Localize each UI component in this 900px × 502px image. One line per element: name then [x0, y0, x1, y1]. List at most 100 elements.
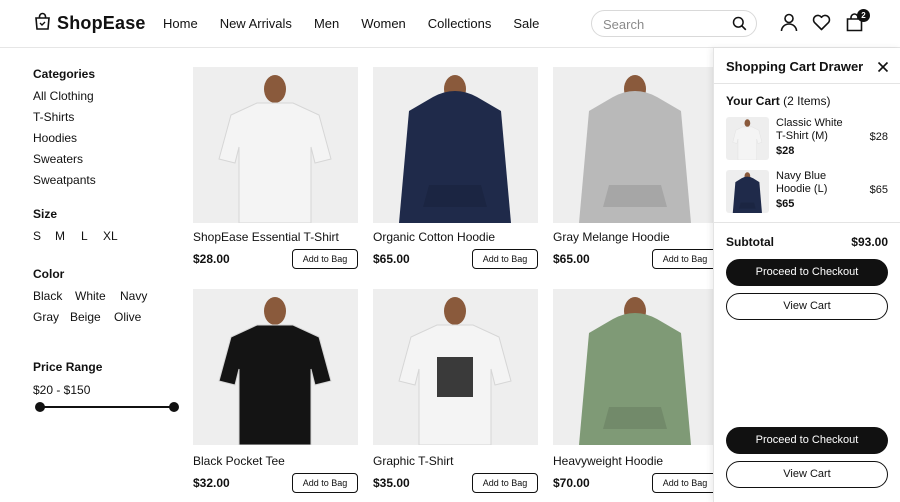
product-card[interactable]: ShopEase Essential T-Shirt $28.00 Add to…: [193, 67, 358, 272]
search-box: [591, 10, 757, 37]
cart-drawer: Shopping Cart Drawer Your Cart (2 Items)…: [713, 48, 900, 502]
color-olive[interactable]: Olive: [114, 310, 141, 324]
cart-item-total: $65: [869, 184, 888, 196]
nav-collections[interactable]: Collections: [428, 16, 492, 31]
product-card[interactable]: Organic Cotton Hoodie $65.00 Add to Bag: [373, 67, 538, 272]
search-icon[interactable]: [732, 16, 747, 36]
product-card[interactable]: Heavyweight Hoodie $70.00 Add to Bag: [553, 289, 718, 494]
cart-item-price: $28: [776, 145, 795, 157]
category-sweaters[interactable]: Sweaters: [33, 152, 83, 166]
cart-summary-heading: Your Cart (2 Items): [726, 94, 830, 108]
product-image[interactable]: [553, 289, 718, 445]
category-hoodies[interactable]: Hoodies: [33, 131, 77, 145]
view-cart-button-bottom[interactable]: View Cart: [726, 461, 888, 488]
product-name[interactable]: Graphic T-Shirt: [373, 454, 453, 468]
cart-item-illustration: [732, 119, 763, 160]
cart-items-count: (2 Items): [783, 94, 831, 108]
product-image[interactable]: [193, 289, 358, 445]
price-max-handle[interactable]: [169, 402, 179, 412]
size-s[interactable]: S: [33, 229, 41, 243]
add-to-bag-button[interactable]: Add to Bag: [292, 473, 358, 493]
cart-item-thumbnail[interactable]: [726, 170, 769, 213]
product-price: $35.00: [373, 476, 410, 490]
nav-women[interactable]: Women: [361, 16, 406, 31]
drawer-title: Shopping Cart Drawer: [726, 59, 864, 74]
color-beige[interactable]: Beige: [70, 310, 101, 324]
product-image[interactable]: [373, 67, 538, 223]
product-name[interactable]: ShopEase Essential T-Shirt: [193, 230, 339, 244]
product-card[interactable]: Gray Melange Hoodie $65.00 Add to Bag: [553, 67, 718, 272]
cart-item-illustration: [732, 172, 762, 213]
product-image[interactable]: [193, 67, 358, 223]
nav-home[interactable]: Home: [163, 16, 198, 31]
drawer-divider: [714, 222, 900, 223]
cart-item-total: $28: [869, 131, 888, 143]
product-card[interactable]: Black Pocket Tee $32.00 Add to Bag: [193, 289, 358, 494]
main-nav: Home New Arrivals Men Women Collections …: [163, 16, 561, 31]
category-all-clothing[interactable]: All Clothing: [33, 89, 94, 103]
add-to-bag-button[interactable]: Add to Bag: [652, 249, 718, 269]
product-image[interactable]: [553, 67, 718, 223]
product-image[interactable]: [373, 289, 538, 445]
brand-name: ShopEase: [57, 13, 146, 33]
size-m[interactable]: M: [55, 229, 65, 243]
subtotal-label: Subtotal: [726, 235, 774, 249]
color-white[interactable]: White: [75, 289, 106, 303]
product-name[interactable]: Black Pocket Tee: [193, 454, 285, 468]
color-gray[interactable]: Gray: [33, 310, 59, 324]
product-illustration: [218, 75, 332, 223]
category-sweatpants[interactable]: Sweatpants: [33, 173, 96, 187]
product-name[interactable]: Organic Cotton Hoodie: [373, 230, 495, 244]
close-icon[interactable]: [877, 60, 889, 78]
cart-count-badge: 2: [857, 9, 870, 22]
brand-logo[interactable]: ShopEase: [34, 12, 146, 35]
proceed-to-checkout-button-bottom[interactable]: Proceed to Checkout: [726, 427, 888, 454]
cart-item-price: $65: [776, 198, 795, 210]
add-to-bag-button[interactable]: Add to Bag: [292, 249, 358, 269]
add-to-bag-button[interactable]: Add to Bag: [652, 473, 718, 493]
size-xl[interactable]: XL: [103, 229, 118, 243]
product-illustration: [398, 297, 512, 445]
site-header: ShopEase Home New Arrivals Men Women Col…: [0, 0, 900, 48]
nav-men[interactable]: Men: [314, 16, 339, 31]
product-illustration: [579, 297, 691, 445]
cart-item-name[interactable]: Navy Blue Hoodie (L): [776, 170, 848, 196]
price-range-value: $20 - $150: [33, 383, 91, 397]
price-range-track[interactable]: [39, 406, 173, 408]
product-price: $65.00: [373, 252, 410, 266]
product-price: $28.00: [193, 252, 230, 266]
user-account-icon[interactable]: [780, 13, 798, 37]
shopping-bag-logo-icon: [34, 12, 51, 35]
price-range-heading: Price Range: [33, 360, 103, 374]
drawer-divider: [714, 83, 900, 84]
color-navy[interactable]: Navy: [120, 289, 147, 303]
add-to-bag-button[interactable]: Add to Bag: [472, 473, 538, 493]
color-heading: Color: [33, 267, 65, 281]
categories-heading: Categories: [33, 67, 96, 81]
product-name[interactable]: Heavyweight Hoodie: [553, 454, 663, 468]
size-l[interactable]: L: [81, 229, 88, 243]
search-input[interactable]: [603, 17, 723, 32]
wishlist-heart-icon[interactable]: [812, 13, 831, 36]
subtotal-value: $93.00: [851, 235, 888, 249]
color-black[interactable]: Black: [33, 289, 62, 303]
product-card[interactable]: Graphic T-Shirt $35.00 Add to Bag: [373, 289, 538, 494]
cart-item-thumbnail[interactable]: [726, 117, 769, 160]
size-heading: Size: [33, 207, 58, 221]
product-price: $70.00: [553, 476, 590, 490]
add-to-bag-button[interactable]: Add to Bag: [472, 249, 538, 269]
nav-sale[interactable]: Sale: [513, 16, 539, 31]
category-t-shirts[interactable]: T-Shirts: [33, 110, 74, 124]
product-price: $65.00: [553, 252, 590, 266]
price-min-handle[interactable]: [35, 402, 45, 412]
product-illustration: [579, 75, 691, 223]
product-name[interactable]: Gray Melange Hoodie: [553, 230, 670, 244]
nav-new-arrivals[interactable]: New Arrivals: [220, 16, 292, 31]
product-illustration: [218, 297, 332, 445]
product-illustration: [399, 75, 511, 223]
product-price: $32.00: [193, 476, 230, 490]
cart-item-name[interactable]: Classic White T-Shirt (M): [776, 117, 848, 143]
your-cart-label: Your Cart: [726, 94, 780, 108]
view-cart-button[interactable]: View Cart: [726, 293, 888, 320]
proceed-to-checkout-button[interactable]: Proceed to Checkout: [726, 259, 888, 286]
